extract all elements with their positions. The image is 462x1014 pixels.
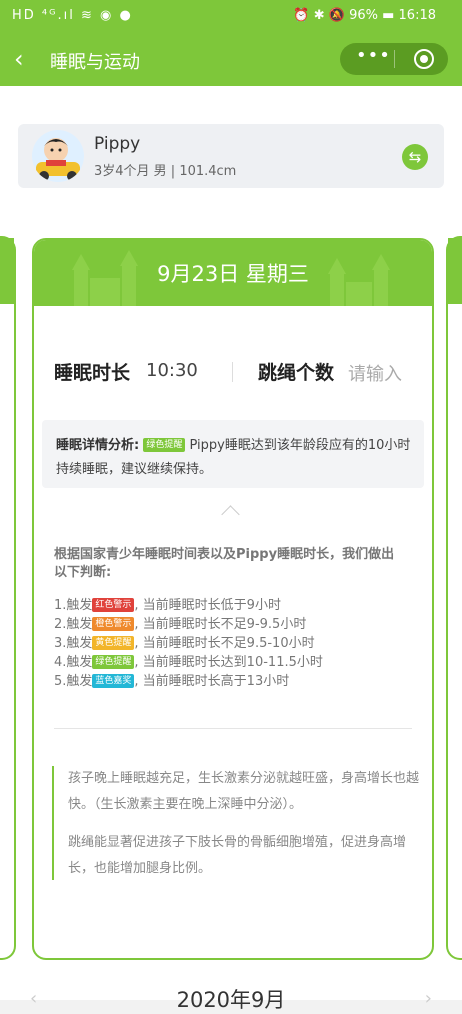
metrics-divider: [232, 362, 233, 382]
card-date: 9月23日 星期三: [157, 262, 309, 286]
orange-warning-tag: 橙色警示: [92, 617, 135, 631]
daily-sleep-card: 9月23日 星期三 睡眠时长 10:30 跳绳个数 请输入 睡眠详情分析: 绿色…: [32, 238, 434, 960]
rule-prefix: 5.触发: [54, 674, 93, 689]
next-day-card-header: [448, 238, 462, 304]
page-title: 睡眠与运动: [50, 52, 140, 73]
sleep-duration-label: 睡眠时长: [54, 362, 131, 384]
green-reminder-tag: 绿色提醒: [92, 655, 135, 669]
switch-child-icon[interactable]: ⇆: [402, 144, 428, 170]
month-title: 2020年9月: [176, 988, 286, 1012]
yellow-reminder-tag: 黄色提醒: [92, 636, 135, 650]
sleep-tip: 孩子晚上睡眠越充足，生长激素分泌就越旺盛，身高增长也越快。（生长激素主要在晚上深…: [68, 771, 420, 812]
rule-text: , 当前睡眠时长不足9.5-10小时: [134, 636, 315, 651]
rule-prefix: 2.触发: [54, 617, 93, 632]
child-name: Pippy: [94, 134, 141, 154]
status-bar-left-icons: HD ⁴ᴳ.ıl ≋ ◉ ●: [12, 8, 133, 23]
red-warning-tag: 红色警示: [92, 598, 135, 612]
previous-day-card[interactable]: [0, 236, 16, 960]
rule-prefix: 1.触发: [54, 598, 93, 613]
next-month-icon[interactable]: ›: [425, 988, 432, 1009]
rule-text: , 当前睡眠时长高于13小时: [134, 674, 290, 689]
status-bar-right-info: ⏰ ✱ 🔕 96% ▬ 16:18: [293, 8, 436, 23]
jump-rope-label: 跳绳个数: [258, 362, 335, 384]
status-bar: HD ⁴ᴳ.ıl ≋ ◉ ● ⏰ ✱ 🔕 96% ▬ 16:18: [0, 0, 462, 32]
card-header: 9月23日 星期三: [34, 240, 432, 306]
metrics-row: 睡眠时长 10:30 跳绳个数 请输入: [54, 358, 414, 388]
rule-item: 2.触发 橙色警示, 当前睡眠时长不足9-9.5小时: [54, 615, 414, 634]
rules-title: 根据国家青少年睡眠时间表以及Pippy睡眠时长，我们做出以下判断:: [54, 547, 395, 580]
avatar[interactable]: [32, 130, 84, 182]
rule-text: , 当前睡眠时长不足9-9.5小时: [134, 617, 307, 632]
jump-rope-input[interactable]: 请输入: [348, 360, 402, 386]
close-mini-program-icon[interactable]: [414, 49, 434, 69]
child-info: 3岁4个月 男 | 101.4cm: [94, 164, 237, 179]
child-profile-card: Pippy 3岁4个月 男 | 101.4cm ⇆: [18, 124, 444, 188]
rule-prefix: 3.触发: [54, 636, 93, 651]
rule-item: 1.触发 红色警示, 当前睡眠时长低于9小时: [54, 596, 414, 615]
section-divider: [54, 728, 412, 729]
rules-list: 1.触发 红色警示, 当前睡眠时长低于9小时 2.触发 橙色警示, 当前睡眠时长不足…: [54, 596, 414, 691]
previous-day-card-header: [0, 238, 14, 304]
next-day-card[interactable]: [446, 236, 462, 960]
jump-rope-tip: 跳绳能显著促进孩子下肢长骨的骨骺细胞增殖，促进身高增长，也能增加腿身比例。: [68, 835, 407, 876]
rule-item: 3.触发 黄色提醒, 当前睡眠时长不足9.5-10小时: [54, 634, 414, 653]
rule-text: , 当前睡眠时长低于9小时: [134, 598, 281, 613]
back-icon[interactable]: ‹: [14, 46, 38, 72]
rule-item: 4.触发 绿色提醒, 当前睡眠时长达到10-11.5小时: [54, 653, 414, 672]
navigation-bar: ‹ 睡眠与运动 •••: [0, 34, 462, 86]
mini-program-capsule: •••: [340, 43, 448, 75]
tips-quote: 孩子晚上睡眠越充足，生长激素分泌就越旺盛，身高增长也越快。（生长激素主要在晚上深…: [52, 766, 420, 880]
green-reminder-tag: 绿色提醒: [143, 438, 186, 452]
rule-item: 5.触发 蓝色嘉奖, 当前睡眠时长高于13小时: [54, 672, 414, 691]
more-options-icon[interactable]: •••: [356, 45, 391, 66]
rule-prefix: 4.触发: [54, 655, 93, 670]
blue-reward-tag: 蓝色嘉奖: [92, 674, 135, 688]
rule-text: , 当前睡眠时长达到10-11.5小时: [134, 655, 323, 670]
analysis-label: 睡眠详情分析:: [56, 438, 140, 453]
sleep-duration-value[interactable]: 10:30: [146, 360, 198, 381]
sleep-analysis-box: 睡眠详情分析: 绿色提醒 Pippy睡眠达到该年龄段应有的10小时持续睡眠，建议…: [42, 420, 424, 488]
collapse-chevron-icon[interactable]: [221, 505, 240, 524]
capsule-divider: [394, 50, 395, 68]
